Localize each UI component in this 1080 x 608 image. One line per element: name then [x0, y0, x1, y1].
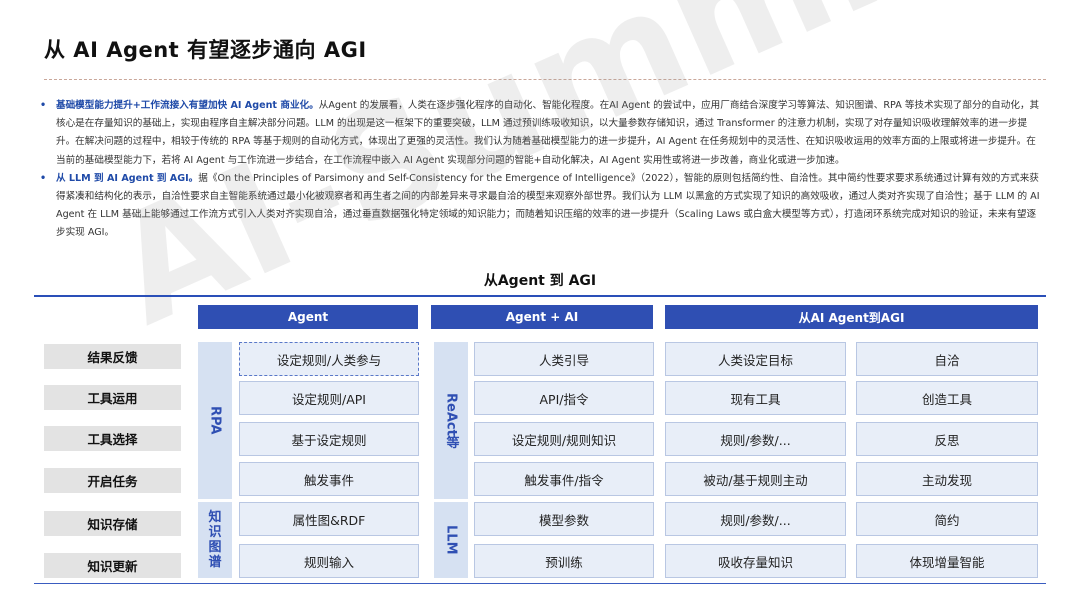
row-label-knowledge-storage: 知识存储 [44, 511, 181, 536]
page-title: 从 AI Agent 有望逐步通向 AGI [44, 38, 367, 62]
cell-agent-tool-use: 设定规则/API [239, 381, 419, 415]
bullet-item-1: • 基础模型能力提升+工作流接入有望加快 AI Agent 商业化。从Agent… [40, 97, 1040, 170]
cell-agi-left-tool-selection: 规则/参数/... [665, 422, 846, 456]
header-agent-ai: Agent + AI [431, 305, 653, 329]
title-divider [44, 79, 1046, 80]
cell-agi-right-tool-selection: 反思 [856, 422, 1038, 456]
bullet-text: 据《On the Principles of Parsimony and Sel… [56, 172, 1040, 239]
cell-agent-ai-tool-selection: 设定规则/规则知识 [474, 422, 654, 456]
cell-agent-start-task: 触发事件 [239, 462, 419, 496]
bullet-lead: 从 LLM 到 AI Agent 到 AGI。 [56, 172, 199, 184]
header-agent: Agent [198, 305, 418, 329]
cell-agent-ai-knowledge-update: 预训练 [474, 544, 654, 578]
cell-agent-result-feedback: 设定规则/人类参与 [239, 342, 419, 376]
cell-agi-left-result-feedback: 人类设定目标 [665, 342, 846, 376]
row-label-tool-use: 工具运用 [44, 385, 181, 410]
cell-agi-left-knowledge-storage: 规则/参数/... [665, 502, 846, 536]
side-label-knowledge-graph: 知 识 图 谱 [208, 510, 222, 570]
cell-agent-tool-selection: 基于设定规则 [239, 422, 419, 456]
row-label-result-feedback: 结果反馈 [44, 344, 181, 369]
bullet-list: • 基础模型能力提升+工作流接入有望加快 AI Agent 商业化。从Agent… [40, 97, 1040, 243]
side-bar-rpa: RPA [198, 342, 232, 499]
row-label-knowledge-update: 知识更新 [44, 553, 181, 578]
diagram-title: 从Agent 到 AGI [483, 273, 597, 289]
side-label-llm: LLM [443, 525, 459, 555]
cell-agi-right-knowledge-storage: 简约 [856, 502, 1038, 536]
cell-agi-right-knowledge-update: 体现增量智能 [856, 544, 1038, 578]
cell-agent-knowledge-storage: 属性图&RDF [239, 502, 419, 536]
cell-agent-knowledge-update: 规则输入 [239, 544, 419, 578]
bullet-lead: 基础模型能力提升+工作流接入有望加快 AI Agent 商业化。 [56, 100, 319, 111]
side-bar-llm: LLM [434, 502, 468, 578]
bullet-item-2: • 从 LLM 到 AI Agent 到 AGI。据《On the Princi… [40, 170, 1040, 243]
side-bar-react: ReAct等 [434, 342, 468, 499]
row-label-tool-selection: 工具选择 [44, 426, 181, 451]
cell-agi-left-knowledge-update: 吸收存量知识 [665, 544, 846, 578]
diagram-bottom-rule [34, 583, 1046, 584]
row-label-start-task: 开启任务 [44, 468, 181, 493]
side-label-rpa: RPA [207, 406, 223, 435]
header-agi: 从AI Agent到AGI [665, 305, 1038, 329]
cell-agi-left-tool-use: 现有工具 [665, 381, 846, 415]
cell-agent-ai-result-feedback: 人类引导 [474, 342, 654, 376]
side-bar-knowledge-graph: 知 识 图 谱 [198, 502, 232, 578]
cell-agent-ai-tool-use: API/指令 [474, 381, 654, 415]
bullet-dot-icon: • [40, 172, 47, 184]
cell-agi-left-start-task: 被动/基于规则主动 [665, 462, 846, 496]
cell-agi-right-tool-use: 创造工具 [856, 381, 1038, 415]
cell-agi-right-start-task: 主动发现 [856, 462, 1038, 496]
diagram-top-rule [34, 295, 1046, 297]
cell-agi-right-result-feedback: 自洽 [856, 342, 1038, 376]
cell-agent-ai-start-task: 触发事件/指令 [474, 462, 654, 496]
side-label-react: ReAct等 [443, 392, 459, 449]
bullet-dot-icon: • [40, 100, 47, 111]
cell-agent-ai-knowledge-storage: 模型参数 [474, 502, 654, 536]
